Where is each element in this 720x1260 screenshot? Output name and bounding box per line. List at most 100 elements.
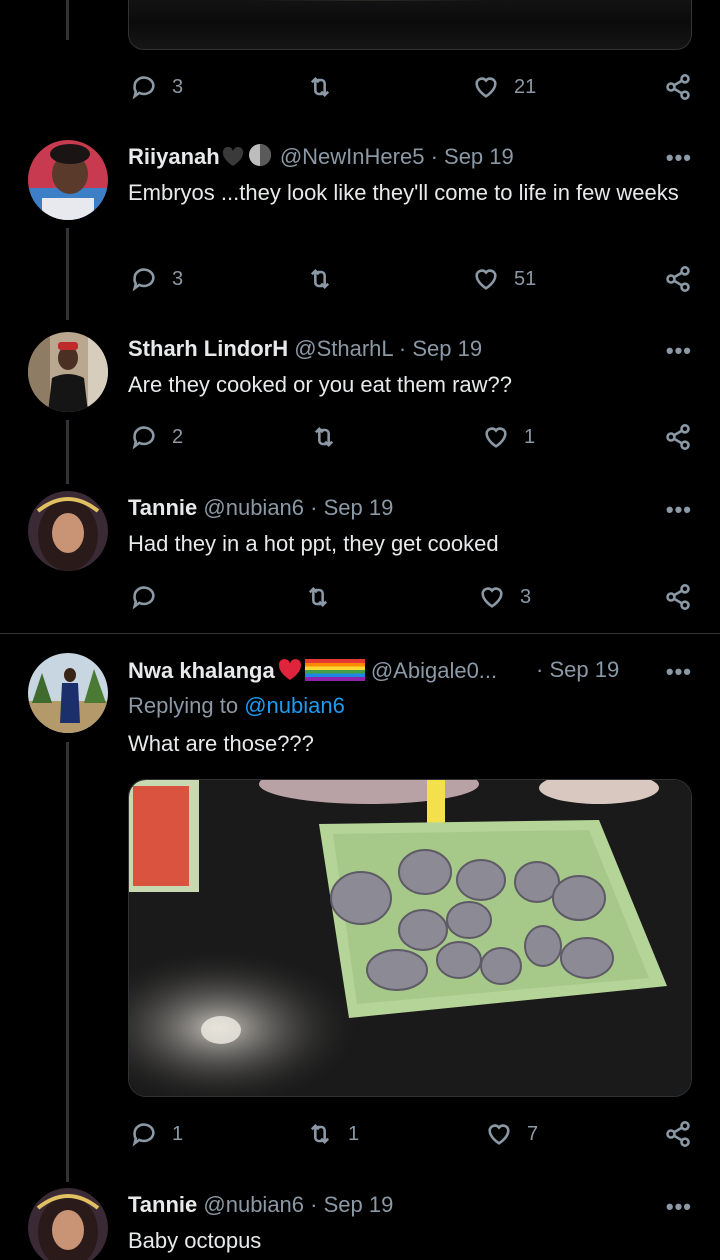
tweet-header: Stharh LindorH @StharhL · Sep 19 <box>128 336 482 362</box>
share-button[interactable] <box>664 265 692 293</box>
share-button[interactable] <box>664 583 692 611</box>
reply-button[interactable] <box>130 583 158 611</box>
avatar[interactable] <box>28 1188 108 1260</box>
timestamp[interactable]: Sep 19 <box>444 144 514 169</box>
like-button[interactable]: 51 <box>472 265 536 293</box>
retweet-icon <box>308 587 328 607</box>
share-button[interactable] <box>664 73 692 101</box>
separator: · <box>536 657 550 682</box>
moon-emoji-icon <box>246 143 274 173</box>
like-icon <box>481 587 503 608</box>
more-icon[interactable]: ••• <box>666 145 692 171</box>
handle[interactable]: @StharhL <box>294 336 393 361</box>
display-name[interactable]: Stharh LindorH <box>128 336 288 361</box>
reply-button[interactable]: 3 <box>130 265 183 293</box>
reply-icon <box>132 426 155 450</box>
top-tweet-media[interactable] <box>128 0 692 50</box>
reply-count: 1 <box>172 1122 184 1145</box>
avatar[interactable] <box>28 140 108 220</box>
like-button[interactable]: 21 <box>472 73 536 101</box>
like-button[interactable]: 1 <box>482 423 535 451</box>
tweet-header: Nwa khalanga @Abigale0... <box>128 657 497 687</box>
retweet-icon <box>310 1124 330 1144</box>
timestamp[interactable]: Sep 19 <box>412 336 482 361</box>
retweet-count: 1 <box>348 1122 360 1145</box>
handle[interactable]: @nubian6 <box>203 495 304 520</box>
more-icon[interactable]: ••• <box>666 1194 692 1220</box>
reply-button[interactable]: 1 <box>130 1120 183 1148</box>
rainbow-flag-icon <box>304 659 335 687</box>
replying-to: Replying to @nubian6 <box>128 693 345 719</box>
avatar[interactable] <box>28 332 108 412</box>
retweet-icon <box>310 269 330 289</box>
timestamp[interactable]: Sep 19 <box>324 495 394 520</box>
share-button[interactable] <box>664 423 692 451</box>
reply-icon <box>132 586 155 610</box>
handle[interactable]: @nubian6 <box>203 1192 304 1217</box>
handle[interactable]: @NewInHere5 <box>280 144 425 169</box>
share-icon <box>666 74 690 100</box>
timestamp[interactable]: Sep 19 <box>324 1192 394 1217</box>
separator: · <box>304 495 324 520</box>
tweet-text: Embryos ...they look like they'll come t… <box>128 180 679 205</box>
tweet-photo[interactable] <box>128 779 692 1097</box>
retweet-button[interactable] <box>310 423 338 451</box>
reply-count: 3 <box>172 267 184 290</box>
divider <box>0 633 720 634</box>
mention-link[interactable]: @nubian6 <box>244 693 345 718</box>
reply-count: 2 <box>172 425 184 448</box>
like-icon <box>488 1124 510 1145</box>
tweet-text: Had they in a hot ppt, they get cooked <box>128 531 499 556</box>
display-name[interactable]: Tannie <box>128 1192 197 1217</box>
share-icon <box>666 584 690 610</box>
timestamp[interactable]: Sep 19 <box>549 657 619 682</box>
share-button[interactable] <box>664 1120 692 1148</box>
like-button[interactable]: 7 <box>485 1120 538 1148</box>
reply-icon <box>132 76 155 100</box>
display-name[interactable]: Riiyanah <box>128 144 220 169</box>
retweet-button[interactable] <box>306 73 334 101</box>
retweet-button[interactable] <box>306 265 334 293</box>
display-name[interactable]: Nwa khalanga <box>128 658 275 683</box>
like-count: 1 <box>524 425 536 448</box>
more-icon[interactable]: ••• <box>666 497 692 523</box>
tweet-text: What are those??? <box>128 731 314 756</box>
like-button[interactable]: 3 <box>478 583 531 611</box>
tweet-text: Baby octopus <box>128 1228 262 1253</box>
replying-label: Replying to <box>128 693 239 718</box>
avatar[interactable] <box>28 653 108 733</box>
tweet-header: Riiyanah @NewInHere5 · Sep 19 <box>128 143 514 173</box>
reply-count: 3 <box>172 75 184 98</box>
thread-line <box>66 228 69 320</box>
avatar[interactable] <box>28 491 108 571</box>
separator: · <box>424 144 445 169</box>
tweet-header: Tannie @nubian6 · Sep 19 <box>128 1192 393 1218</box>
share-icon <box>666 1121 690 1147</box>
retweet-button[interactable]: 1 <box>306 1120 359 1148</box>
display-name[interactable]: Tannie <box>128 495 197 520</box>
like-count: 3 <box>520 585 532 608</box>
like-count: 21 <box>514 75 537 98</box>
reply-button[interactable]: 2 <box>130 423 183 451</box>
like-count: 51 <box>514 267 537 290</box>
retweet-icon <box>314 427 334 447</box>
reply-icon <box>132 268 155 292</box>
like-icon <box>485 427 507 448</box>
share-icon <box>666 266 690 292</box>
reply-button[interactable]: 3 <box>130 73 183 101</box>
more-icon[interactable]: ••• <box>666 338 692 364</box>
thread-line <box>66 742 69 1182</box>
handle[interactable]: @Abigale0... <box>371 658 497 683</box>
black-heart-emoji-icon <box>220 145 246 173</box>
red-heart-emoji-icon <box>275 657 305 687</box>
like-icon <box>475 77 497 98</box>
thread-line <box>66 420 69 484</box>
like-count: 7 <box>527 1122 539 1145</box>
like-icon <box>475 269 497 290</box>
retweet-button[interactable] <box>304 583 332 611</box>
rainbow-flag-icon <box>334 659 365 687</box>
separator: · <box>304 1192 324 1217</box>
separator: · <box>392 336 413 361</box>
tweet-text: Are they cooked or you eat them raw?? <box>128 372 512 397</box>
more-icon[interactable]: ••• <box>666 659 692 685</box>
